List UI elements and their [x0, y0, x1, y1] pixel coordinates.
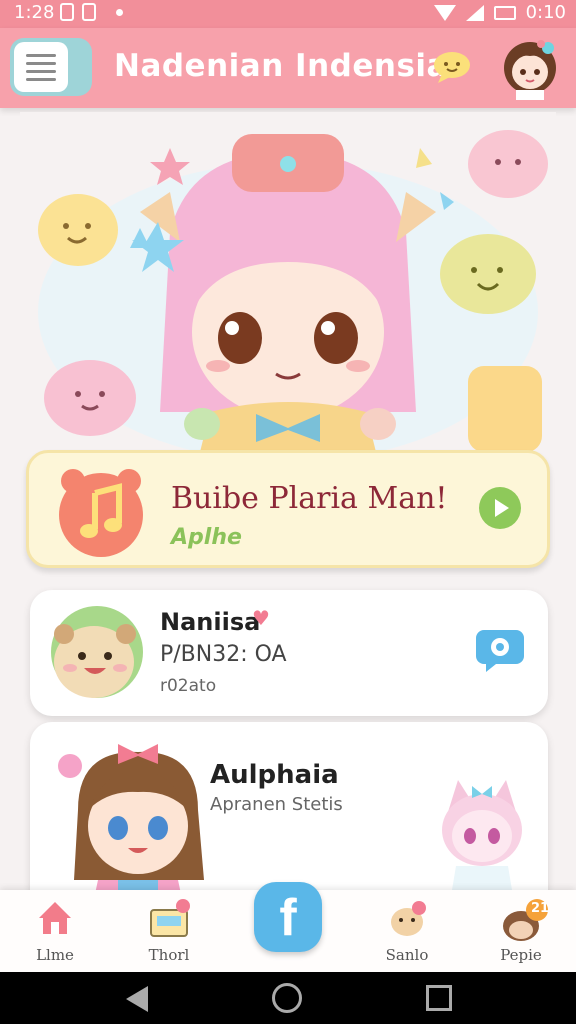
- facebook-icon: f: [279, 889, 297, 947]
- status-time: 1:28: [14, 2, 55, 23]
- nav-badge: 21: [531, 901, 550, 916]
- play-button[interactable]: [479, 487, 521, 529]
- card-name: Naniisa: [160, 608, 261, 636]
- notification-icon: [82, 3, 96, 21]
- card-meta: r02ato: [160, 676, 217, 696]
- user-avatar[interactable]: [498, 34, 562, 100]
- hero-illustration: [20, 112, 556, 452]
- card-subtitle: Apranen Stetis: [210, 794, 343, 815]
- green-face-bubble-icon: [440, 234, 536, 314]
- menu-button[interactable]: [10, 38, 92, 96]
- wifi-icon: [433, 4, 456, 21]
- settings-gear-icon[interactable]: [476, 630, 524, 672]
- music-note-icon: [59, 469, 143, 557]
- status-icons: [60, 3, 123, 21]
- inbox-icon: [150, 899, 190, 937]
- nav-item-inbox[interactable]: Thorl: [124, 894, 214, 970]
- hamster-avatar: [51, 606, 143, 698]
- recents-icon[interactable]: [426, 985, 452, 1011]
- pink-speech-bubble-icon: [468, 130, 548, 198]
- pink-cat-girl-avatar: [442, 780, 522, 902]
- featured-title: Buibe Plaria Man!: [171, 481, 448, 516]
- yellow-face-bubble-icon: [38, 194, 118, 266]
- status-bar: 1:28 0:10: [0, 0, 576, 28]
- status-right: 0:10: [433, 2, 566, 23]
- card-name: Aulphaia: [210, 760, 339, 790]
- signal-icon: [465, 4, 484, 21]
- list-item[interactable]: Naniisa ♥ P/BN32: OA r02ato: [30, 590, 548, 716]
- chat-bubble-icon[interactable]: [432, 50, 472, 84]
- facebook-button[interactable]: f: [254, 882, 322, 952]
- heart-icon: ♥: [252, 606, 270, 630]
- nav-item-home[interactable]: Llme: [10, 894, 100, 970]
- nav-label: Thorl: [148, 946, 190, 964]
- yellow-bubble-icon: [468, 366, 542, 452]
- pink-face-bubble-icon: [44, 360, 136, 436]
- status-clock-right: 0:10: [525, 2, 566, 23]
- nav-item-character[interactable]: Sanlo: [362, 894, 452, 970]
- back-icon[interactable]: [126, 986, 148, 1012]
- featured-subtitle: Aplhe: [171, 525, 242, 550]
- nav-label: Sanlo: [385, 946, 429, 964]
- app-title: Nadenian Indensia: [114, 48, 448, 84]
- home-icon: [39, 902, 71, 934]
- card-info: P/BN32: OA: [160, 642, 287, 667]
- app-header: Nadenian Indensia: [0, 28, 576, 108]
- nav-item-profile[interactable]: 21 Pepie: [476, 894, 566, 970]
- home-circle-icon[interactable]: [272, 983, 302, 1013]
- nav-label: Pepie: [500, 946, 542, 964]
- nav-label: Llme: [36, 946, 74, 964]
- notification-icon: [60, 3, 74, 21]
- featured-card[interactable]: Buibe Plaria Man! Aplhe: [26, 450, 550, 568]
- brown-hair-girl-avatar: [58, 744, 204, 908]
- notification-dot-icon: [116, 8, 123, 16]
- battery-icon: [493, 5, 516, 20]
- hamburger-icon: [14, 42, 68, 92]
- system-nav-bar: [0, 972, 576, 1024]
- character-icon: [391, 901, 426, 936]
